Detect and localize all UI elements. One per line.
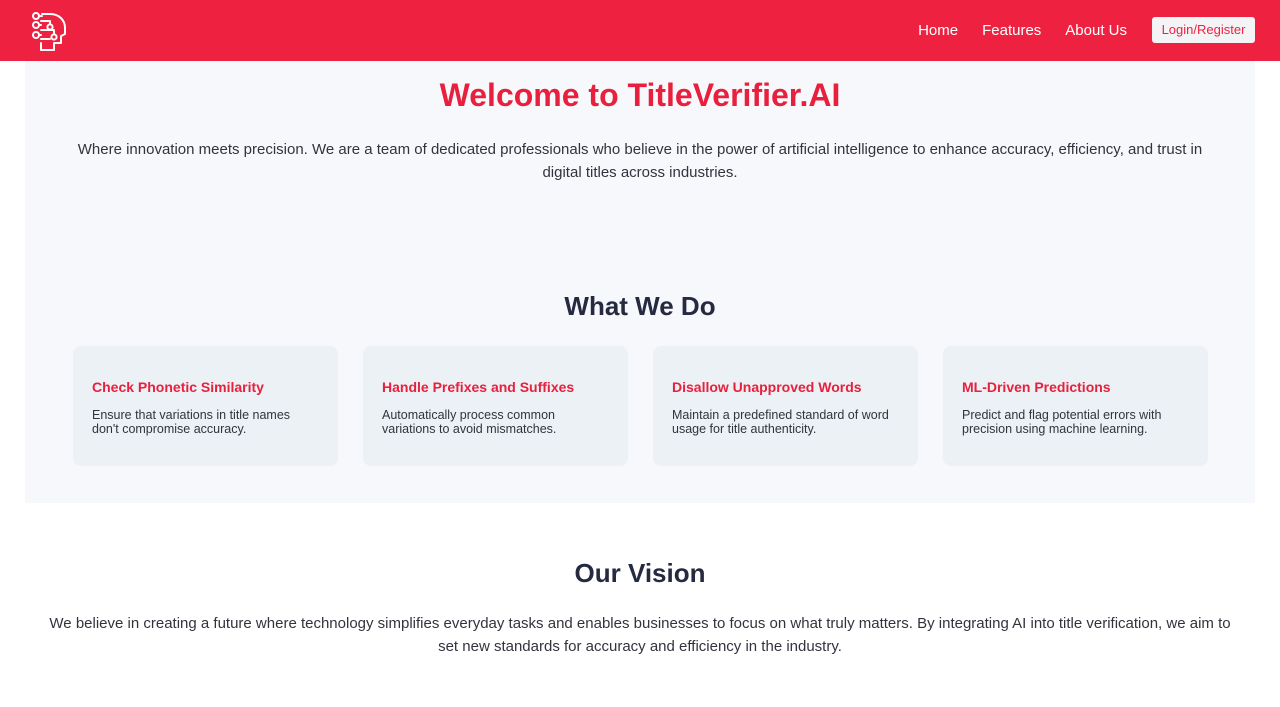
feature-cards: Check Phonetic Similarity Ensure that va… <box>73 346 1208 466</box>
feature-card-title: Disallow Unapproved Words <box>672 379 862 395</box>
feature-card-phonetic-similarity: Check Phonetic Similarity Ensure that va… <box>73 346 338 466</box>
nav-link-home[interactable]: Home <box>918 22 958 39</box>
feature-card-text: Maintain a predefined standard of word u… <box>672 408 889 436</box>
what-we-do-title: What We Do <box>564 291 716 321</box>
hero-title: Welcome to TitleVerifier.AI <box>439 77 841 113</box>
feature-card-ml-predictions: ML-Driven Predictions Predict and flag p… <box>943 346 1208 466</box>
feature-card-prefixes-suffixes: Handle Prefixes and Suffixes Automatical… <box>363 346 628 466</box>
nav-link-features[interactable]: Features <box>982 22 1041 39</box>
vision-description: We believe in creating a future where te… <box>49 615 1231 655</box>
feature-card-text: Automatically process common variations … <box>382 408 557 436</box>
login-register-button[interactable]: Login/Register <box>1152 16 1255 43</box>
feature-card-title: ML-Driven Predictions <box>962 379 1111 395</box>
nav-links: Home Features About Us Login/Register <box>918 16 1255 44</box>
feature-card-title: Handle Prefixes and Suffixes <box>382 379 575 395</box>
feature-card-title: Check Phonetic Similarity <box>92 379 264 395</box>
feature-card-unapproved-words: Disallow Unapproved Words Maintain a pre… <box>653 346 918 466</box>
nav-link-about-us[interactable]: About Us <box>1065 22 1127 39</box>
hero-description: Where innovation meets precision. We are… <box>77 141 1203 181</box>
vision-title: Our Vision <box>574 558 706 588</box>
feature-card-text: Ensure that variations in title names do… <box>92 408 291 436</box>
ai-brain-head-icon[interactable] <box>28 10 68 52</box>
feature-card-text: Predict and flag potential errors with p… <box>962 408 1162 436</box>
hero-section: Welcome to TitleVerifier.AI Where innova… <box>25 61 1255 503</box>
navbar: Home Features About Us Login/Register <box>0 0 1280 61</box>
